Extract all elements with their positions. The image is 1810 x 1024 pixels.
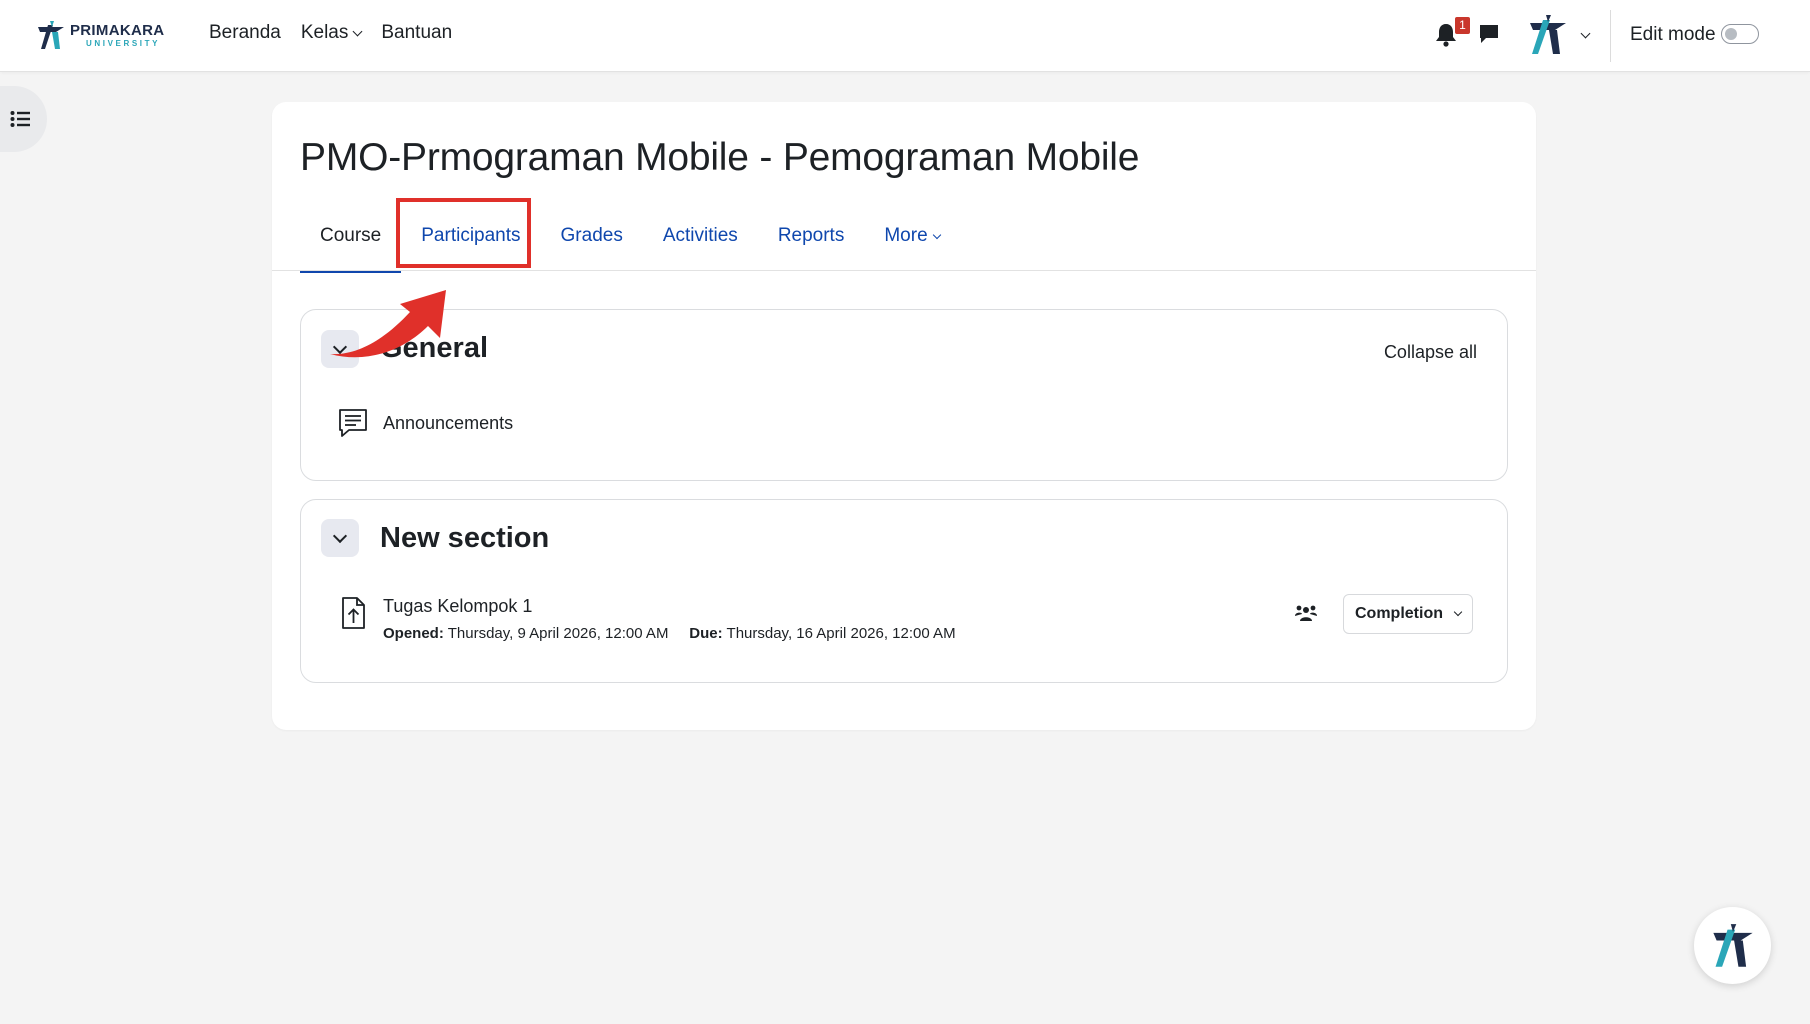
tab-label: Activities [662,225,738,246]
completion-label: Completion [1355,605,1443,622]
chevron-down-icon [332,339,348,354]
tab-course[interactable]: Course [300,212,402,273]
primakara-logo-icon [38,21,64,49]
completion-dropdown-button[interactable]: Completion [1343,594,1473,634]
floating-assistant-button[interactable] [1694,907,1771,984]
course-page-card: PMO-Prmograman Mobile - Pemograman Mobil… [272,102,1536,730]
tabs-divider [272,270,1536,271]
chevron-down-icon [352,26,363,36]
primary-navigation: Beranda Kelas Bantuan [209,22,472,44]
activity-name[interactable]: Tugas Kelompok 1 [383,596,956,617]
file-upload-icon [342,597,365,629]
tab-label: Participants [421,225,521,246]
tab-more[interactable]: More [864,212,959,272]
section-title: New section [380,522,550,554]
tab-label: Grades [560,225,623,246]
section-collapse-toggle[interactable] [321,330,359,368]
activity-name[interactable]: Announcements [383,413,513,434]
tab-reports[interactable]: Reports [758,212,865,272]
chevron-down-icon [332,528,348,543]
nav-link-bantuan[interactable]: Bantuan [381,22,452,44]
toggle-knob [1725,28,1737,40]
user-menu-button[interactable] [1526,12,1594,58]
due-date: Thursday, 16 April 2026, 12:00 AM [726,625,956,642]
messages-button[interactable] [1477,22,1505,50]
forum-icon [339,409,367,437]
collapse-all-link[interactable]: Collapse all [1384,342,1477,363]
course-section-new: New section Tugas Kelompok 1 Opened: Thu… [300,499,1508,683]
tab-label: Reports [777,225,845,246]
activity-item[interactable]: Announcements [337,407,513,439]
section-title: General [380,332,488,364]
brand-logo[interactable]: PRIMAKARA UNIVERSITY [36,18,168,52]
opened-label: Opened: [383,625,444,642]
avatar [1530,15,1566,54]
tab-grades[interactable]: Grades [541,212,643,272]
due-label: Due: [689,625,723,642]
group-icon [1295,605,1317,621]
nav-link-label: Bantuan [381,22,453,43]
edit-mode-label: Edit mode [1630,24,1716,45]
opened-date: Thursday, 9 April 2026, 12:00 AM [447,625,669,642]
notification-count-badge: 1 [1455,17,1470,34]
brand-name: PRIMAKARA [70,21,165,39]
nav-link-kelas[interactable]: Kelas [300,22,363,44]
primakara-logo-icon [1712,923,1753,967]
nav-link-label: Kelas [300,22,349,43]
tab-participants[interactable]: Participants [401,212,540,272]
course-index-drawer-toggle[interactable] [0,86,47,152]
nav-link-label: Beranda [209,22,281,43]
section-collapse-toggle[interactable] [321,519,359,557]
course-section-general: General Collapse all Announcements [300,309,1508,481]
nav-link-beranda[interactable]: Beranda [209,22,281,44]
edit-mode-toggle[interactable] [1721,24,1759,44]
list-icon [10,111,30,127]
tab-activities[interactable]: Activities [643,212,758,272]
tab-label: Course [320,225,382,246]
course-tabs: Course Participants Grades Activities Re… [300,212,960,273]
top-navbar: PRIMAKARA UNIVERSITY Beranda Kelas Bantu… [0,0,1810,72]
chat-icon [1480,25,1498,43]
navbar-divider [1610,10,1611,62]
activity-item[interactable]: Tugas Kelompok 1 Opened: Thursday, 9 Apr… [337,596,956,642]
chevron-down-icon [1453,607,1463,617]
chevron-down-icon [932,230,941,240]
activity-dates: Opened: Thursday, 9 April 2026, 12:00 AM… [383,625,956,642]
brand-subtitle: UNIVERSITY [86,38,161,48]
chevron-down-icon [1580,28,1591,38]
tab-label: More [884,225,928,246]
page-title: PMO-Prmograman Mobile - Pemograman Mobil… [300,136,1140,179]
